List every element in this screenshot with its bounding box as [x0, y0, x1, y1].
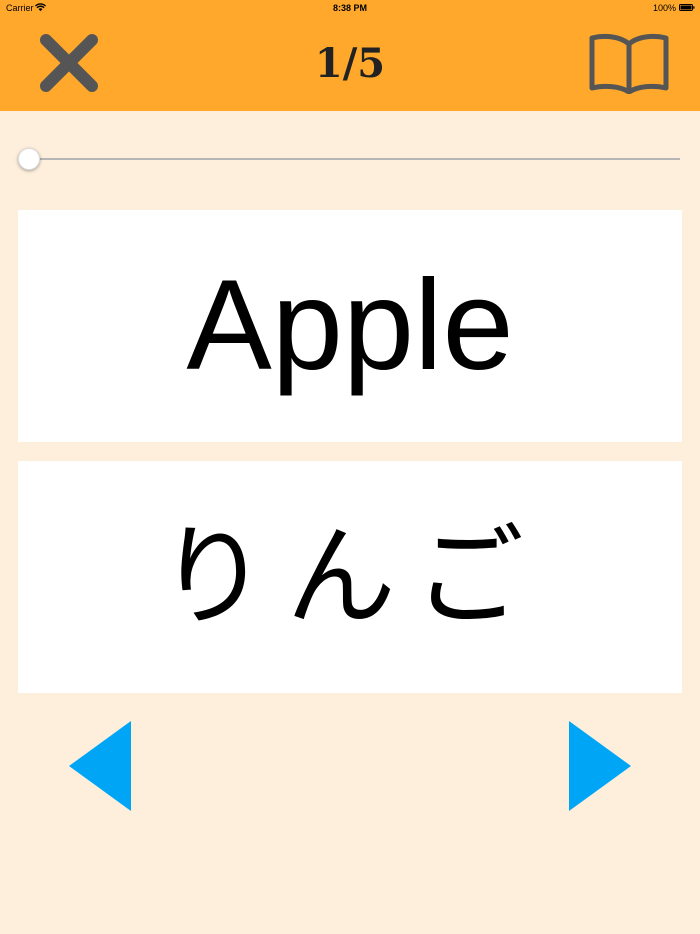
slider-thumb[interactable]: [18, 148, 40, 170]
triangle-right-icon: [569, 721, 631, 811]
previous-button[interactable]: [69, 721, 131, 811]
status-bar: Carrier 8:38 PM 100%: [0, 0, 700, 16]
book-button[interactable]: [588, 32, 670, 95]
flashcard-front[interactable]: Apple: [18, 210, 682, 442]
status-time: 8:38 PM: [332, 3, 367, 13]
triangle-left-icon: [69, 721, 131, 811]
top-bar: Carrier 8:38 PM 100% 1/5: [0, 0, 700, 111]
progress-slider[interactable]: [18, 146, 682, 172]
battery-percent: 100%: [652, 3, 676, 13]
slider-track: [28, 158, 680, 160]
battery-icon: [679, 4, 695, 11]
word-japanese: りんご: [158, 513, 542, 641]
next-button[interactable]: [569, 721, 631, 811]
flashcard-back[interactable]: りんご: [18, 461, 682, 693]
word-english: Apple: [186, 254, 514, 397]
book-icon: [589, 33, 669, 95]
